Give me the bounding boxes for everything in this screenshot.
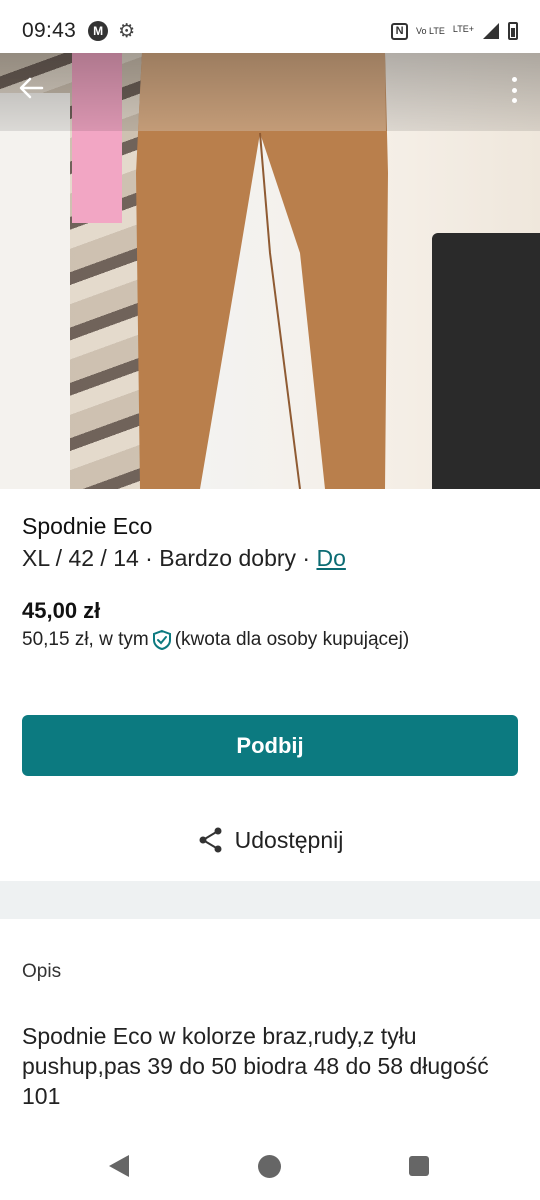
price-total-suffix: (kwota dla osoby kupującej)	[174, 629, 410, 650]
more-vert-icon[interactable]	[504, 73, 524, 107]
product-photo[interactable]	[0, 53, 540, 489]
price-total[interactable]: 50,15 zł, w tym (kwota dla osoby kupując…	[22, 629, 409, 651]
description-label: Opis	[22, 961, 62, 982]
nfc-icon: N	[391, 22, 409, 40]
listing-meta: XL / 42 / 14 · Bardzo dobry · Do	[22, 545, 346, 572]
price-total-prefix: 50,15 zł, w tym	[22, 629, 149, 650]
motorola-icon: M	[88, 21, 109, 41]
listing-meta-text: XL / 42 / 14 · Bardzo dobry ·	[22, 545, 317, 571]
listing-price: 45,00 zł	[22, 598, 101, 623]
share-label: Udostępnij	[234, 826, 344, 853]
status-time: 09:43	[22, 19, 77, 42]
description-text: Spodnie Eco w kolorze braz,rudy,z tyłu p…	[22, 1023, 489, 1109]
arrow-left-icon	[19, 77, 44, 99]
signal-icon	[483, 23, 499, 39]
share-button[interactable]: Udostępnij	[0, 818, 540, 862]
lte-icon: LTE+	[452, 24, 474, 34]
listing-title: Spodnie Eco	[22, 513, 153, 539]
share-icon	[199, 827, 222, 853]
section-divider	[0, 881, 540, 919]
nav-recents-icon[interactable]	[409, 1156, 429, 1176]
back-button[interactable]	[16, 73, 50, 107]
battery-icon	[508, 22, 518, 40]
nav-home-icon[interactable]	[258, 1155, 281, 1178]
gear-icon: ⚙	[118, 20, 136, 42]
volte-icon: Vo LTE	[416, 26, 445, 36]
shield-check-icon	[152, 629, 171, 651]
bump-button[interactable]: Podbij	[22, 715, 518, 776]
brand-link[interactable]: Do	[316, 545, 345, 571]
nav-back-icon[interactable]	[109, 1155, 129, 1177]
